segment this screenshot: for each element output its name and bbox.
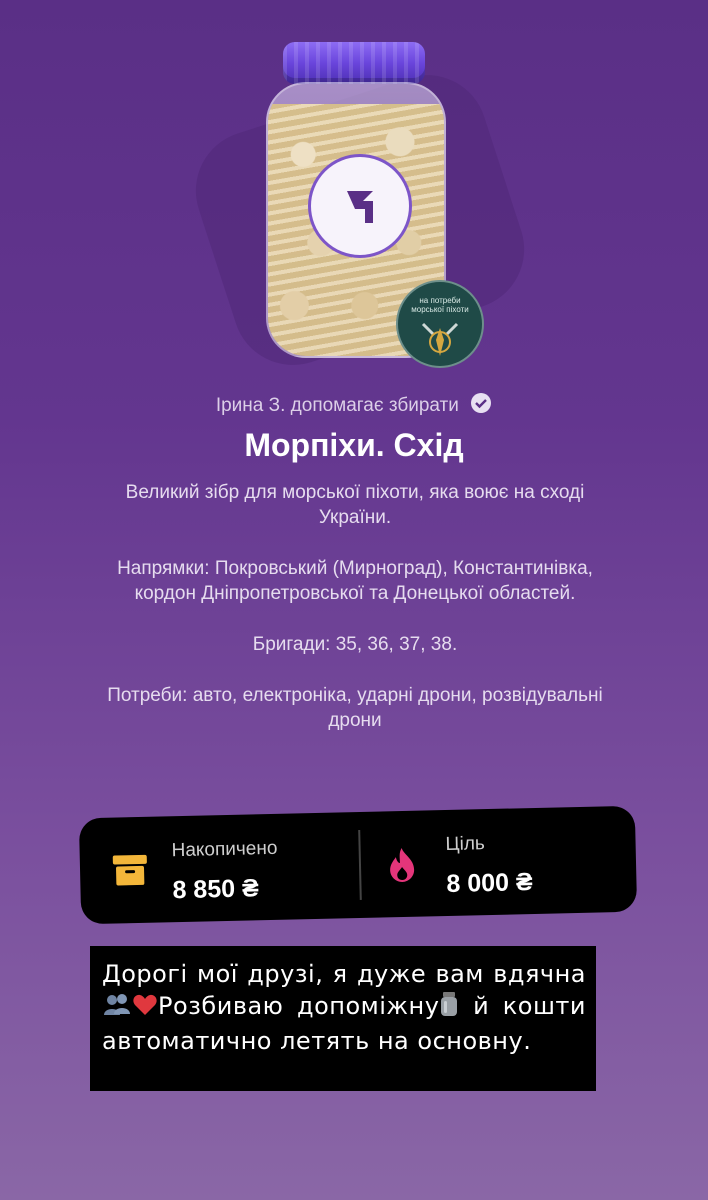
flag-logo-icon — [347, 191, 373, 223]
jar-lid — [283, 42, 425, 84]
fundraiser-description: Великий зібр для морської піхоти, яка во… — [90, 480, 620, 759]
description-paragraph: Бригади: 35, 36, 37, 38. — [252, 634, 458, 655]
jar-logo — [308, 154, 412, 258]
verified-check-icon — [470, 392, 492, 420]
box-icon — [112, 853, 149, 893]
fire-icon — [386, 847, 419, 889]
description-paragraph: Потреби: авто, електроніка, ударні дрони… — [107, 685, 603, 731]
goal-value: 8 000 ₴ — [446, 868, 533, 898]
jar-illustration: на потреби морської піхоти — [180, 30, 540, 381]
marines-badge: на потреби морської піхоти — [396, 280, 484, 368]
description-paragraph: Великий зібр для морської піхоти, яка во… — [125, 482, 585, 528]
goal-stat: Ціль 8 000 ₴ — [359, 806, 637, 918]
accumulated-value: 8 850 ₴ — [172, 874, 260, 905]
story-caption: Дорогі мої друзі, я дуже вам вдячна Розби… — [90, 946, 596, 1091]
fundraiser-title: Морпіхи. Схід — [244, 427, 464, 463]
accumulated-stat: Накопичено 8 850 ₴ — [79, 812, 361, 924]
badge-text: на потреби морської піхоти — [411, 296, 469, 314]
helper-line: Ірина З. допомагає збирати — [0, 392, 708, 420]
heart-emoji-icon — [132, 993, 158, 1025]
caption-text: Дорогі мої друзі, я дуже вам вдячна — [102, 960, 586, 988]
accumulated-label: Накопичено — [171, 837, 278, 862]
marines-emblem-icon — [421, 322, 459, 356]
stats-card: Накопичено 8 850 ₴ Ціль 8 000 ₴ — [78, 805, 638, 925]
caption-text: Розбиваю допоміжну — [158, 992, 440, 1020]
jar-emoji-icon — [439, 991, 459, 1025]
people-emoji-icon — [102, 993, 132, 1025]
description-paragraph: Напрямки: Покровський (Мирноград), Конст… — [117, 558, 593, 604]
helper-text: Ірина З. допомагає збирати — [215, 395, 459, 416]
goal-label: Ціль — [445, 833, 486, 856]
